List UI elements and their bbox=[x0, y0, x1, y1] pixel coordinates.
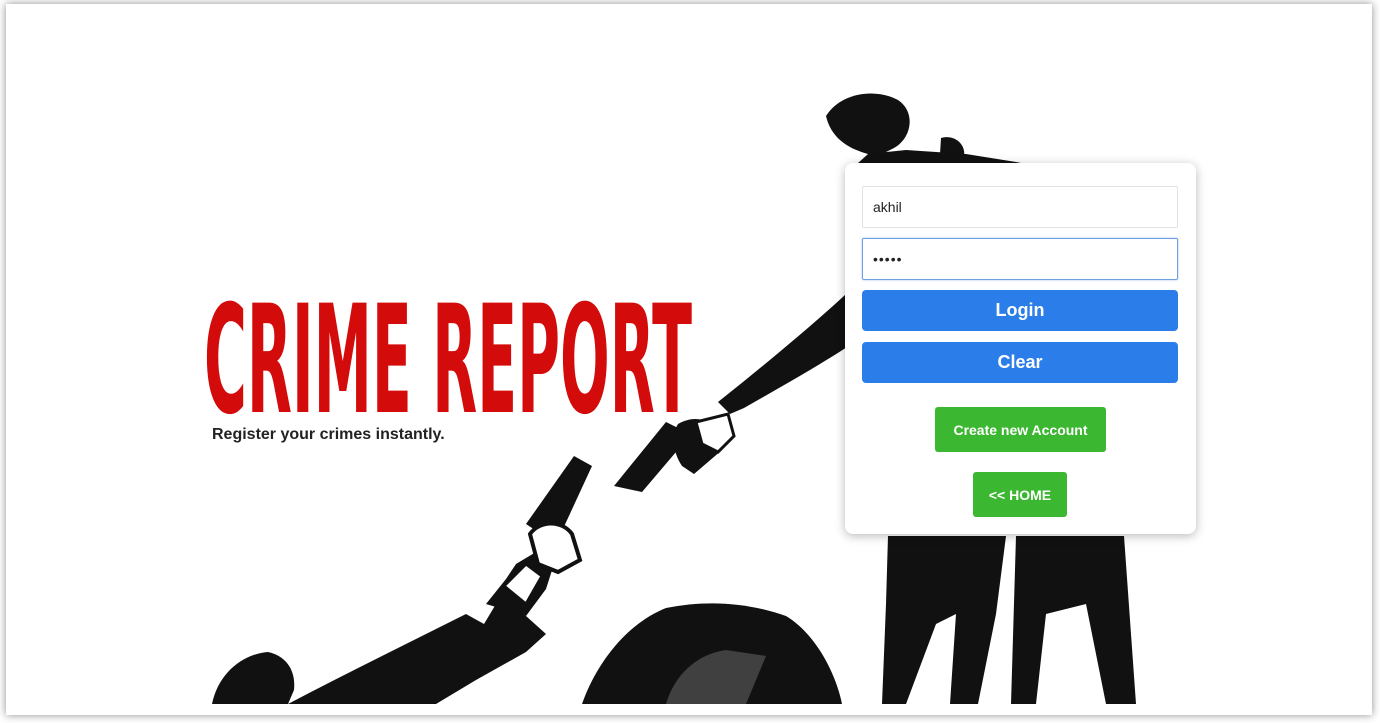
app-window: CRIME REPORT Register your crimes instan… bbox=[6, 4, 1372, 715]
tagline: Register your crimes instantly. bbox=[212, 426, 445, 443]
create-account-button[interactable]: Create new Account bbox=[935, 407, 1106, 452]
password-input[interactable] bbox=[862, 238, 1178, 280]
login-button[interactable]: Login bbox=[862, 290, 1178, 331]
clear-button[interactable]: Clear bbox=[862, 342, 1178, 383]
crime-report-logo: CRIME REPORT bbox=[204, 278, 692, 420]
home-button[interactable]: << HOME bbox=[973, 472, 1067, 517]
username-input[interactable] bbox=[862, 186, 1178, 228]
svg-text:CRIME REPORT: CRIME REPORT bbox=[204, 278, 692, 420]
login-card: Login Clear Create new Account << HOME bbox=[845, 163, 1196, 534]
